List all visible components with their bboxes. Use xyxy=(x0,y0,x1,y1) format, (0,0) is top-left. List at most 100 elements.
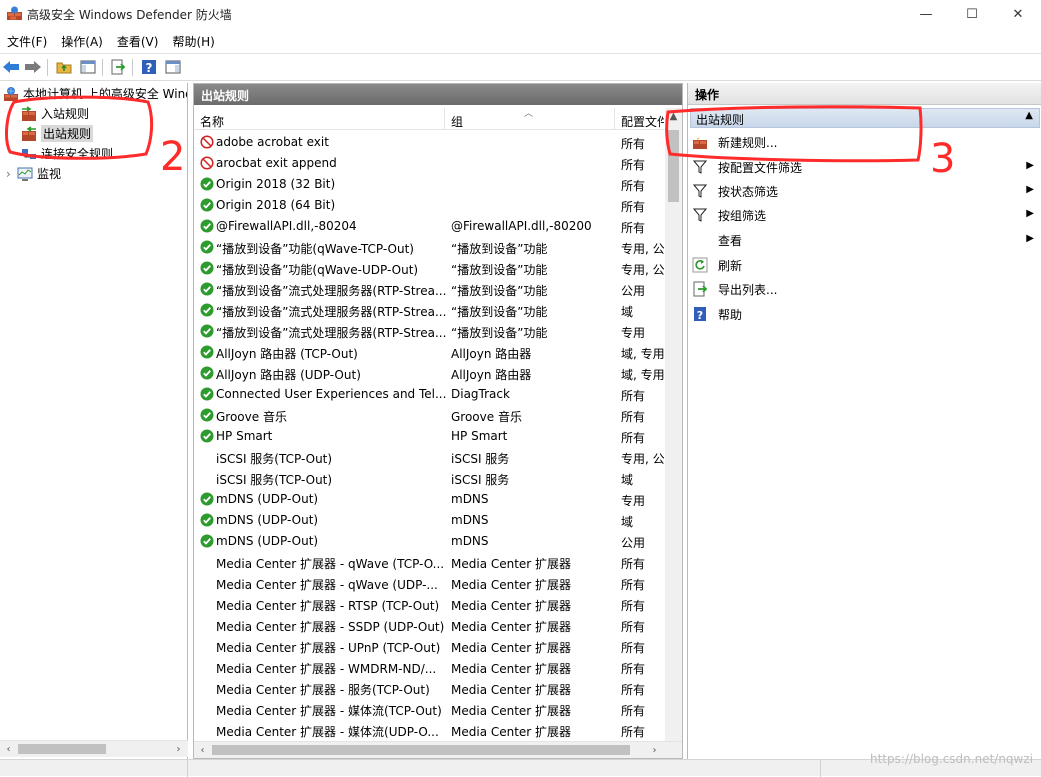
rule-row[interactable]: arocbat exit append 所有 xyxy=(194,153,664,174)
rule-row[interactable]: mDNS (UDP-Out) mDNS 域 xyxy=(194,510,664,531)
rule-row[interactable]: AllJoyn 路由器 (TCP-Out) AllJoyn 路由器 域, 专用 xyxy=(194,342,664,363)
show-hide-tree-icon[interactable] xyxy=(78,57,98,77)
action-filter-by-group[interactable]: 按组筛选 ▶ xyxy=(692,204,1038,226)
rule-row[interactable]: Media Center 扩展器 - qWave (UDP-... Media C… xyxy=(194,573,664,594)
rule-name: @FirewallAPI.dll,-80204 xyxy=(216,219,357,233)
scrollbar-thumb[interactable] xyxy=(668,130,679,202)
scrollbar-thumb[interactable] xyxy=(18,744,106,754)
rule-row[interactable]: “播放到设备”功能(qWave-UDP-Out) “播放到设备”功能 专用, 公 xyxy=(194,258,664,279)
rule-group: mDNS xyxy=(451,534,489,548)
forward-arrow-icon[interactable] xyxy=(23,57,43,77)
rule-group: iSCSI 服务 xyxy=(451,452,510,466)
rule-name: arocbat exit append xyxy=(216,156,337,170)
rule-row[interactable]: Media Center 扩展器 - SSDP (UDP-Out) Media C… xyxy=(194,615,664,636)
rule-row[interactable]: adobe acrobat exit 所有 xyxy=(194,132,664,153)
rule-row[interactable]: “播放到设备”功能(qWave-TCP-Out) “播放到设备”功能 专用, 公 xyxy=(194,237,664,258)
rule-row[interactable]: Origin 2018 (32 Bit) 所有 xyxy=(194,174,664,195)
rule-blocked-icon xyxy=(200,156,214,170)
rule-group: Media Center 扩展器 xyxy=(451,725,572,739)
rule-row[interactable]: Connected User Experiences and Tel... Dia… xyxy=(194,384,664,405)
export-list-icon[interactable] xyxy=(108,57,128,77)
rule-profile: 专用, 公 xyxy=(621,263,664,277)
rule-profile: 所有 xyxy=(621,410,646,424)
scroll-up-icon[interactable]: ▲ xyxy=(665,108,682,125)
action-new-rule[interactable]: 新建规则... xyxy=(692,131,1038,153)
rule-row[interactable]: Media Center 扩展器 - UPnP (TCP-Out) Media C… xyxy=(194,636,664,657)
filter-icon xyxy=(692,159,708,175)
tree-horizontal-scrollbar[interactable]: ‹ › xyxy=(0,740,188,757)
rule-group: “播放到设备”功能 xyxy=(451,242,548,256)
column-name[interactable]: 名称 xyxy=(194,108,445,130)
rules-vertical-scrollbar[interactable]: ▲ xyxy=(665,108,682,741)
close-button[interactable]: ✕ xyxy=(995,0,1041,29)
column-profile[interactable]: 配置文件 xyxy=(615,108,664,130)
rule-allowed-icon xyxy=(200,429,214,443)
minimize-button[interactable]: — xyxy=(903,0,949,29)
rule-row[interactable]: AllJoyn 路由器 (UDP-Out) AllJoyn 路由器 域, 专用 xyxy=(194,363,664,384)
actions-section-header[interactable]: 出站规则 ▲ xyxy=(690,108,1040,128)
rule-group: Groove 音乐 xyxy=(451,410,522,424)
action-label: 帮助 xyxy=(718,307,743,322)
tree-item-inbound-rules[interactable]: 入站规则 xyxy=(21,104,89,123)
actions-pane: 操作 出站规则 ▲ 新建规则... 按配置文件筛选 ▶ 按状态筛选 ▶ 按组筛选… xyxy=(687,83,1041,759)
rule-row[interactable]: “播放到设备”流式处理服务器(RTP-Strea... “播放到设备”功能 域 xyxy=(194,300,664,321)
rule-name: HP Smart xyxy=(216,429,273,443)
tree-item-outbound-rules[interactable]: 出站规则 xyxy=(21,124,94,143)
rule-row[interactable]: “播放到设备”流式处理服务器(RTP-Strea... “播放到设备”功能 公用 xyxy=(194,279,664,300)
tree-item-connection-security[interactable]: 连接安全规则 xyxy=(21,144,113,163)
action-filter-by-profile[interactable]: 按配置文件筛选 ▶ xyxy=(692,156,1038,178)
action-help[interactable]: ? 帮助 xyxy=(692,303,1038,325)
action-refresh[interactable]: 刷新 xyxy=(692,254,1038,276)
rule-row[interactable]: Groove 音乐 Groove 音乐 所有 xyxy=(194,405,664,426)
expand-chevron-icon[interactable]: › xyxy=(6,167,17,181)
scrollbar-thumb[interactable] xyxy=(212,745,630,755)
rule-row[interactable]: mDNS (UDP-Out) mDNS 专用 xyxy=(194,489,664,510)
folder-up-icon[interactable] xyxy=(54,57,74,77)
rule-row[interactable]: Origin 2018 (64 Bit) 所有 xyxy=(194,195,664,216)
svg-text:?: ? xyxy=(146,61,153,75)
tree-item-monitor[interactable]: › 监视 xyxy=(6,164,61,183)
show-hide-action-pane-icon[interactable] xyxy=(163,57,183,77)
rule-profile: 公用 xyxy=(621,536,646,550)
rule-row[interactable]: Media Center 扩展器 - WMDRM-ND/... Media Cen… xyxy=(194,657,664,678)
rule-group: mDNS xyxy=(451,492,489,506)
menu-help[interactable]: 帮助(H) xyxy=(165,30,221,52)
menu-view[interactable]: 查看(V) xyxy=(110,30,166,52)
tree-root[interactable]: 本地计算机 上的高级安全 Windows Defender 防火墙 xyxy=(3,84,187,103)
svg-text:?: ? xyxy=(697,309,703,322)
rule-row[interactable]: @FirewallAPI.dll,-80204 @FirewallAPI.dll,… xyxy=(194,216,664,237)
back-arrow-icon[interactable] xyxy=(1,57,21,77)
scroll-left-icon[interactable]: ‹ xyxy=(0,741,17,757)
rule-row[interactable]: HP Smart HP Smart 所有 xyxy=(194,426,664,447)
scroll-left-icon[interactable]: ‹ xyxy=(194,742,211,758)
rule-row[interactable]: Media Center 扩展器 - 媒体流(UDP-O... Media Cen… xyxy=(194,720,664,741)
rule-row[interactable]: mDNS (UDP-Out) mDNS 公用 xyxy=(194,531,664,552)
rules-horizontal-scrollbar[interactable]: ‹ › xyxy=(194,741,682,758)
tree-item-label: 入站规则 xyxy=(41,107,90,121)
maximize-button[interactable]: ☐ xyxy=(949,0,995,29)
collapse-triangle-icon[interactable]: ▲ xyxy=(1025,110,1033,121)
rule-row[interactable]: Media Center 扩展器 - qWave (TCP-O... Media … xyxy=(194,552,664,573)
rule-row[interactable]: iSCSI 服务(TCP-Out) iSCSI 服务 域 xyxy=(194,468,664,489)
rule-group: DiagTrack xyxy=(451,387,510,401)
action-label: 查看 xyxy=(718,233,743,248)
rule-name: Media Center 扩展器 - SSDP (UDP-Out) xyxy=(216,620,445,634)
action-filter-by-state[interactable]: 按状态筛选 ▶ xyxy=(692,180,1038,202)
rule-allowed-icon xyxy=(200,177,214,191)
toolbar-separator xyxy=(132,59,133,76)
filter-icon xyxy=(692,183,708,199)
rule-row[interactable]: “播放到设备”流式处理服务器(RTP-Strea... “播放到设备”功能 专用 xyxy=(194,321,664,342)
menu-file[interactable]: 文件(F) xyxy=(0,30,54,52)
menu-action[interactable]: 操作(A) xyxy=(54,30,110,52)
help-icon[interactable]: ? xyxy=(139,57,159,77)
action-view[interactable]: 查看 ▶ xyxy=(692,229,1038,251)
rule-name: AllJoyn 路由器 (UDP-Out) xyxy=(216,368,361,382)
scroll-right-icon[interactable]: › xyxy=(646,742,663,758)
rule-row[interactable]: Media Center 扩展器 - RTSP (TCP-Out) Media C… xyxy=(194,594,664,615)
rule-row[interactable]: Media Center 扩展器 - 服务(TCP-Out) Media Cent… xyxy=(194,678,664,699)
scroll-right-icon[interactable]: › xyxy=(170,741,187,757)
action-export-list[interactable]: 导出列表... xyxy=(692,278,1038,300)
rule-row[interactable]: iSCSI 服务(TCP-Out) iSCSI 服务 专用, 公 xyxy=(194,447,664,468)
action-label: 按组筛选 xyxy=(718,208,767,223)
rule-row[interactable]: Media Center 扩展器 - 媒体流(TCP-Out) Media Cen… xyxy=(194,699,664,720)
